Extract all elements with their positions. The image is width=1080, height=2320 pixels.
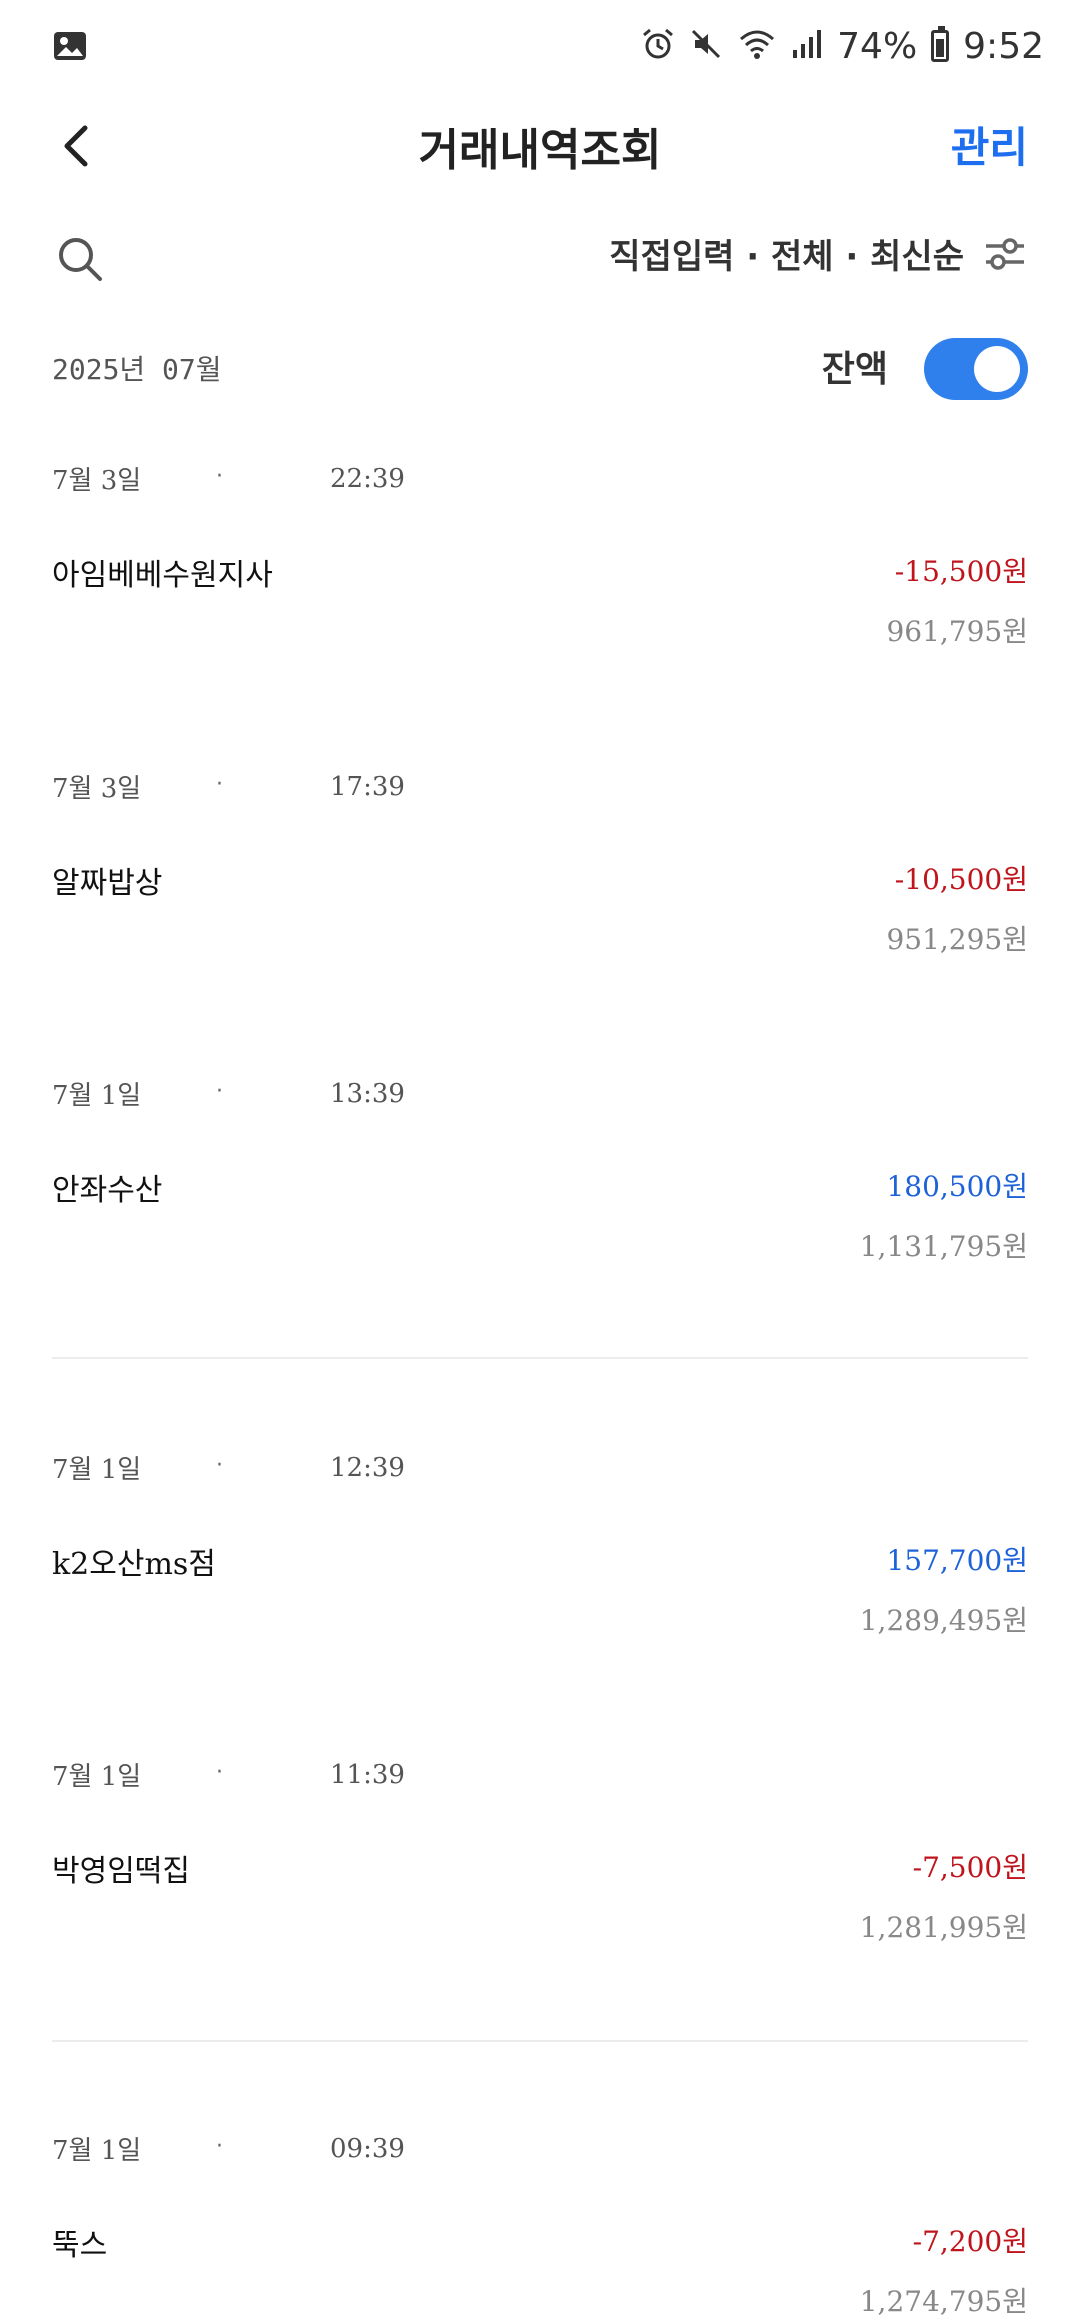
transaction-item[interactable]: 7월 3일 · 22:39 아임베베수원지사 -15,500원 961,795원 (0, 460, 1080, 660)
separator-dot: · (216, 464, 223, 489)
separator-dot: · (216, 2134, 223, 2159)
merchant-name: 알짜밥상 (52, 866, 163, 901)
battery-percent: 74% (837, 25, 918, 67)
separator-dot: · (216, 1453, 223, 1478)
merchant-name: 아임베베수원지사 (52, 558, 273, 593)
transaction-amount: -15,500원 (894, 555, 1028, 588)
transaction-date: 7월 1일 (52, 1081, 142, 1111)
transaction-time: 12:39 (330, 1453, 405, 1483)
merchant-name: 뚝스 (52, 2228, 108, 2263)
transaction-time: 13:39 (330, 1079, 405, 1109)
transaction-item[interactable]: 7월 1일 · 11:39 박영임떡집 -7,500원 1,281,995원 (0, 1756, 1080, 1956)
transaction-time: 11:39 (330, 1760, 405, 1790)
transaction-amount: -10,500원 (894, 863, 1028, 896)
transaction-date: 7월 1일 (52, 1455, 142, 1485)
mute-icon (689, 27, 723, 65)
month-label[interactable]: 2025년 07월 (52, 348, 222, 388)
merchant-name: k2오산ms점 (52, 1547, 216, 1582)
filter-button[interactable]: 직접입력 · 전체 · 최신순 (609, 229, 1028, 278)
status-bar: 74% 9:52 (0, 0, 1080, 92)
signal-icon (791, 28, 823, 64)
list-divider (52, 2040, 1028, 2042)
transaction-amount: -7,200원 (912, 2225, 1028, 2258)
app-header: 거래내역조회 관리 (0, 100, 1080, 190)
transaction-item[interactable]: 7월 3일 · 17:39 알짜밥상 -10,500원 951,295원 (0, 768, 1080, 968)
wifi-icon (737, 27, 777, 65)
merchant-name: 박영임떡집 (52, 1854, 190, 1889)
filter-row: 직접입력 · 전체 · 최신순 (0, 225, 1080, 297)
merchant-name: 안좌수산 (52, 1173, 163, 1208)
transaction-time: 17:39 (330, 772, 405, 802)
separator-dot: · (216, 772, 223, 797)
search-icon (59, 238, 102, 281)
alarm-icon (641, 27, 675, 65)
transaction-date: 7월 1일 (52, 2136, 142, 2166)
gallery-icon (52, 28, 88, 64)
balance-after: 1,274,795원 (859, 2285, 1028, 2318)
list-divider (52, 1357, 1028, 1359)
balance-toggle-label: 잔액 (821, 349, 888, 390)
balance-after: 1,281,995원 (859, 1911, 1028, 1944)
transaction-date: 7월 1일 (52, 1762, 142, 1792)
separator-dot: · (216, 1079, 223, 1104)
balance-after: 961,795원 (886, 615, 1028, 648)
transaction-amount: 180,500원 (886, 1170, 1028, 1203)
manage-button[interactable]: 관리 (951, 114, 1028, 175)
transaction-time: 22:39 (330, 464, 405, 494)
balance-after: 951,295원 (886, 923, 1028, 956)
separator-dot: · (216, 1760, 223, 1785)
balance-toggle[interactable] (924, 338, 1028, 400)
page-title: 거래내역조회 (418, 125, 662, 176)
status-icons: 74% 9:52 (641, 20, 1044, 72)
month-row: 2025년 07월 잔액 (0, 334, 1080, 404)
transaction-date: 7월 3일 (52, 466, 142, 496)
toggle-knob (974, 346, 1020, 392)
balance-after: 1,289,495원 (859, 1604, 1028, 1637)
battery-icon (931, 26, 950, 62)
balance-after: 1,131,795원 (859, 1230, 1028, 1263)
transaction-item[interactable]: 7월 1일 · 09:39 뚝스 -7,200원 1,274,795원 (0, 2130, 1080, 2318)
filter-sliders-icon (986, 237, 1024, 270)
transaction-date: 7월 3일 (52, 774, 142, 804)
transaction-amount: -7,500원 (912, 1851, 1028, 1884)
transaction-item[interactable]: 7월 1일 · 13:39 안좌수산 180,500원 1,131,795원 (0, 1075, 1080, 1275)
transaction-time: 09:39 (330, 2134, 405, 2164)
transaction-item[interactable]: 7월 1일 · 12:39 k2오산ms점 157,700원 1,289,495… (0, 1449, 1080, 1649)
clock: 9:52 (963, 25, 1044, 67)
transaction-amount: 157,700원 (886, 1544, 1028, 1577)
filter-label: 직접입력 · 전체 · 최신순 (609, 237, 964, 277)
search-button[interactable] (54, 233, 106, 285)
